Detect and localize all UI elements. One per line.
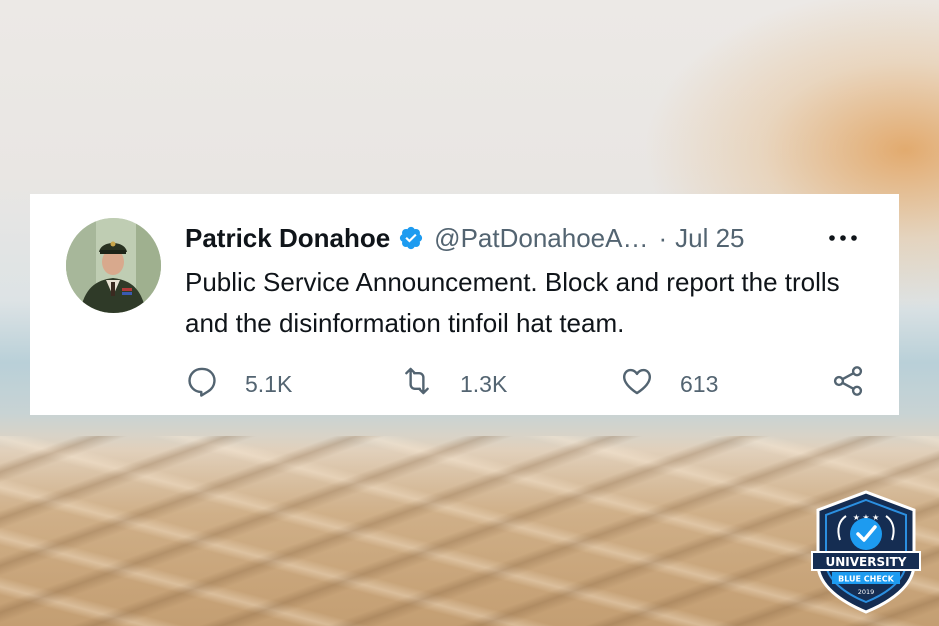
- retweet-count: 1.3K: [460, 370, 508, 397]
- more-icon[interactable]: [823, 220, 863, 256]
- tweet-text: Public Service Announcement. Block and r…: [185, 267, 840, 338]
- like-count: 613: [680, 370, 719, 397]
- reply-count: 5.1K: [245, 370, 293, 397]
- heart-icon: [620, 364, 654, 404]
- tweet-card[interactable]: Patrick Donahoe @PatDonahoeA… · Jul 25 P…: [30, 194, 899, 415]
- share-icon: [830, 363, 866, 405]
- separator-dot: ·: [658, 222, 668, 253]
- tweet-actions: 5.1K 1.3K 613: [185, 366, 869, 402]
- share-button[interactable]: [830, 366, 866, 402]
- badge-year-text: 2019: [858, 588, 875, 596]
- tweet-header: Patrick Donahoe @PatDonahoeA… · Jul 25: [185, 220, 869, 256]
- author-handle[interactable]: @PatDonahoeA…: [434, 223, 648, 254]
- tweet-date[interactable]: Jul 25: [675, 223, 744, 254]
- reply-button[interactable]: 5.1K: [185, 366, 292, 402]
- retweet-button[interactable]: 1.3K: [400, 366, 507, 402]
- author-name[interactable]: Patrick Donahoe: [185, 223, 390, 254]
- beach-sand-background: [0, 436, 939, 626]
- avatar[interactable]: [66, 218, 161, 313]
- university-blue-check-logo: ★ ★ ★ UNIVERSITY BLUE CHECK 2019: [810, 490, 922, 614]
- verified-badge-icon: [398, 225, 424, 251]
- retweet-icon: [400, 364, 434, 404]
- reply-icon: [185, 364, 219, 404]
- badge-university-text: UNIVERSITY: [826, 555, 907, 569]
- badge-blue-check-text: BLUE CHECK: [838, 575, 895, 584]
- like-button[interactable]: 613: [620, 366, 718, 402]
